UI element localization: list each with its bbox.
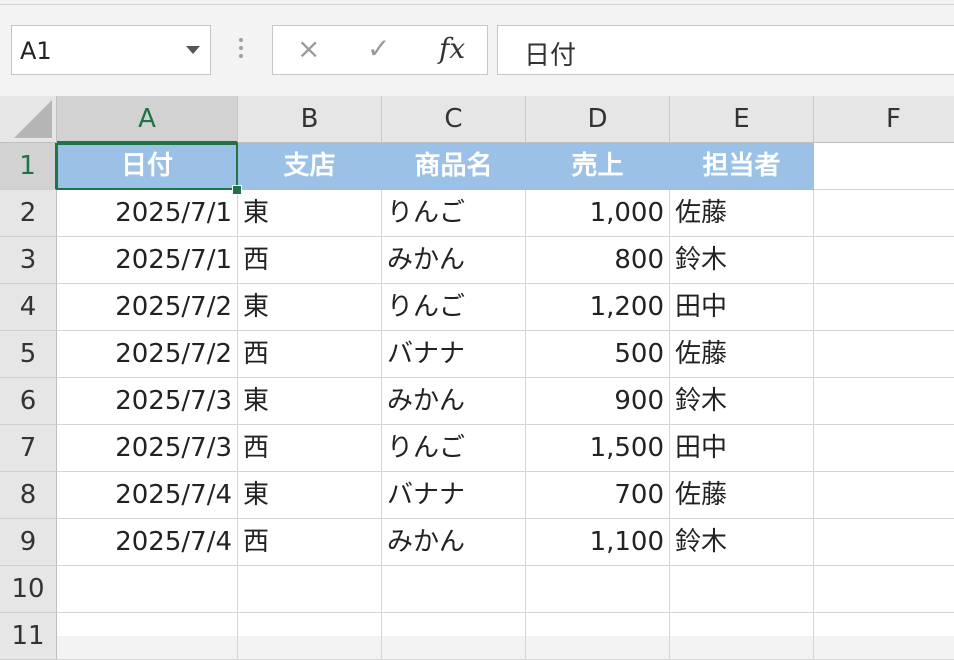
cell-d4[interactable]: 1,200 — [526, 284, 670, 331]
cell-e10[interactable] — [670, 566, 814, 613]
cell-a2[interactable]: 2025/7/1 — [57, 190, 238, 237]
cell-e1[interactable]: 担当者 — [670, 143, 814, 190]
row-header-6[interactable]: 6 — [0, 378, 57, 425]
cell-b6[interactable]: 東 — [238, 378, 382, 425]
formula-input[interactable]: 日付 — [497, 25, 954, 75]
cell-e8[interactable]: 佐藤 — [670, 472, 814, 519]
select-all-triangle-icon — [14, 100, 52, 138]
row-header-4[interactable]: 4 — [0, 284, 57, 331]
cell-e4[interactable]: 田中 — [670, 284, 814, 331]
cell-e5[interactable]: 佐藤 — [670, 331, 814, 378]
cell-d1[interactable]: 売上 — [526, 143, 670, 190]
cell-b10[interactable] — [238, 566, 382, 613]
name-box[interactable]: A1 — [11, 25, 211, 75]
cell-f3[interactable] — [814, 237, 954, 284]
cell-f10[interactable] — [814, 566, 954, 613]
cell-e2[interactable]: 佐藤 — [670, 190, 814, 237]
drag-handle-icon[interactable] — [239, 38, 243, 62]
row-header-3[interactable]: 3 — [0, 237, 57, 284]
cell-a11[interactable] — [57, 613, 238, 660]
cell-b5[interactable]: 西 — [238, 331, 382, 378]
cell-c10[interactable] — [382, 566, 526, 613]
chevron-down-icon[interactable] — [186, 46, 200, 54]
cell-d10[interactable] — [526, 566, 670, 613]
cell-e6[interactable]: 鈴木 — [670, 378, 814, 425]
formula-buttons: × ✓ fx — [272, 25, 488, 75]
cell-b9[interactable]: 西 — [238, 519, 382, 566]
enter-icon[interactable]: ✓ — [367, 32, 390, 65]
cell-b11[interactable] — [238, 613, 382, 660]
cell-c1[interactable]: 商品名 — [382, 143, 526, 190]
cell-f5[interactable] — [814, 331, 954, 378]
cell-e9[interactable]: 鈴木 — [670, 519, 814, 566]
formula-value: 日付 — [524, 41, 577, 71]
cell-e3[interactable]: 鈴木 — [670, 237, 814, 284]
cell-d7[interactable]: 1,500 — [526, 425, 670, 472]
row-header-7[interactable]: 7 — [0, 425, 57, 472]
column-header-e[interactable]: E — [670, 96, 814, 143]
cell-b1[interactable]: 支店 — [238, 143, 382, 190]
cell-d6[interactable]: 900 — [526, 378, 670, 425]
cell-d3[interactable]: 800 — [526, 237, 670, 284]
column-header-d[interactable]: D — [526, 96, 670, 143]
cell-e11[interactable] — [670, 613, 814, 660]
cell-c3[interactable]: みかん — [382, 237, 526, 284]
column-header-a[interactable]: A — [57, 96, 238, 143]
select-all-button[interactable] — [0, 96, 57, 143]
cell-c7[interactable]: りんご — [382, 425, 526, 472]
cell-a10[interactable] — [57, 566, 238, 613]
cell-a6[interactable]: 2025/7/3 — [57, 378, 238, 425]
cell-c4[interactable]: りんご — [382, 284, 526, 331]
cell-b3[interactable]: 西 — [238, 237, 382, 284]
cell-b7[interactable]: 西 — [238, 425, 382, 472]
row-header-10[interactable]: 10 — [0, 566, 57, 613]
cell-f2[interactable] — [814, 190, 954, 237]
cell-b4[interactable]: 東 — [238, 284, 382, 331]
cell-a7[interactable]: 2025/7/3 — [57, 425, 238, 472]
cell-d2[interactable]: 1,000 — [526, 190, 670, 237]
row-header-5[interactable]: 5 — [0, 331, 57, 378]
row-header-1[interactable]: 1 — [0, 143, 57, 190]
cell-d5[interactable]: 500 — [526, 331, 670, 378]
row-header-9[interactable]: 9 — [0, 519, 57, 566]
cell-a8[interactable]: 2025/7/4 — [57, 472, 238, 519]
cell-f11[interactable] — [814, 613, 954, 660]
row-header-11[interactable]: 11 — [0, 613, 57, 660]
cell-f1[interactable] — [814, 143, 954, 190]
spreadsheet-grid[interactable]: A B C D E F 1 2 3 4 5 6 7 8 9 10 11 日付 支店 商品名 売上 担当者 2025/7/1 東… — [0, 96, 954, 660]
cell-c11[interactable] — [382, 613, 526, 660]
cell-c8[interactable]: バナナ — [382, 472, 526, 519]
cell-a9[interactable]: 2025/7/4 — [57, 519, 238, 566]
cell-a1[interactable]: 日付 — [57, 143, 238, 190]
formula-toolbar: A1 × ✓ fx 日付 — [0, 0, 954, 96]
cell-b8[interactable]: 東 — [238, 472, 382, 519]
cell-c6[interactable]: みかん — [382, 378, 526, 425]
cell-c9[interactable]: みかん — [382, 519, 526, 566]
cell-a3[interactable]: 2025/7/1 — [57, 237, 238, 284]
cell-e7[interactable]: 田中 — [670, 425, 814, 472]
cell-f8[interactable] — [814, 472, 954, 519]
row-header-8[interactable]: 8 — [0, 472, 57, 519]
cell-a5[interactable]: 2025/7/2 — [57, 331, 238, 378]
cell-f6[interactable] — [814, 378, 954, 425]
cancel-icon[interactable]: × — [297, 32, 320, 65]
cell-a4[interactable]: 2025/7/2 — [57, 284, 238, 331]
column-header-f[interactable]: F — [814, 96, 954, 143]
row-header-2[interactable]: 2 — [0, 190, 57, 237]
fill-handle[interactable] — [232, 185, 242, 195]
cell-d9[interactable]: 1,100 — [526, 519, 670, 566]
name-box-value: A1 — [20, 37, 52, 65]
cell-b2[interactable]: 東 — [238, 190, 382, 237]
cell-c2[interactable]: りんご — [382, 190, 526, 237]
column-header-b[interactable]: B — [238, 96, 382, 143]
column-header-c[interactable]: C — [382, 96, 526, 143]
cell-d8[interactable]: 700 — [526, 472, 670, 519]
insert-function-icon[interactable]: fx — [439, 32, 465, 65]
cell-f7[interactable] — [814, 425, 954, 472]
cell-d11[interactable] — [526, 613, 670, 660]
cell-f4[interactable] — [814, 284, 954, 331]
toolbar-divider — [0, 4, 954, 5]
cell-f9[interactable] — [814, 519, 954, 566]
cell-c5[interactable]: バナナ — [382, 331, 526, 378]
